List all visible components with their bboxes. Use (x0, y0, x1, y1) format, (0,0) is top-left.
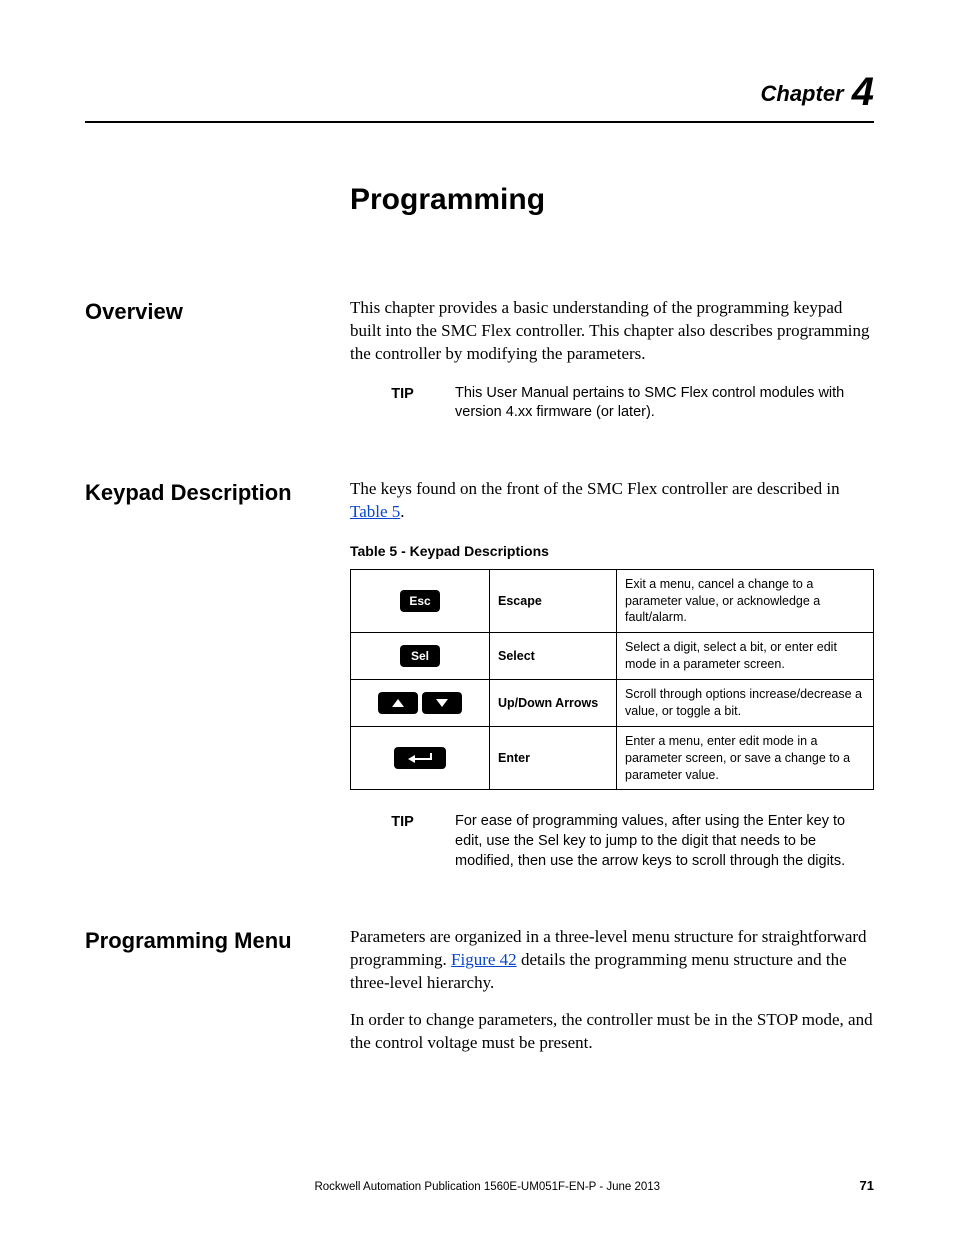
down-arrow-key-icon (422, 692, 462, 714)
table5-link[interactable]: Table 5 (350, 502, 400, 521)
chapter-number: 4 (852, 70, 874, 114)
chapter-label: Chapter (761, 81, 844, 106)
table-caption: Table 5 - Keypad Descriptions (350, 542, 874, 561)
key-desc: Select a digit, select a bit, or enter e… (617, 633, 874, 680)
key-desc: Exit a menu, cancel a change to a parame… (617, 569, 874, 633)
menu-paragraph-1: Parameters are organized in a three-leve… (350, 926, 874, 995)
key-desc: Scroll through options increase/decrease… (617, 680, 874, 727)
overview-paragraph: This chapter provides a basic understand… (350, 297, 874, 366)
keypad-para-post: . (400, 502, 404, 521)
page-footer: Rockwell Automation Publication 1560E-UM… (85, 1178, 874, 1193)
table-row: Esc Escape Exit a menu, cancel a change … (351, 569, 874, 633)
section-menu: Programming Menu Parameters are organize… (85, 926, 874, 1069)
key-name: Select (490, 633, 617, 680)
section-keypad: Keypad Description The keys found on the… (85, 478, 874, 871)
footer-page-number: 71 (860, 1178, 874, 1193)
arrow-keys-icon (378, 692, 462, 714)
enter-key-icon (394, 747, 446, 769)
tip-label: TIP (350, 384, 455, 423)
key-sel-cell: Sel (351, 633, 490, 680)
figure42-link[interactable]: Figure 42 (451, 950, 517, 969)
keypad-tip: TIP For ease of programming values, afte… (350, 812, 874, 871)
header-rule (85, 121, 874, 123)
footer-publication: Rockwell Automation Publication 1560E-UM… (115, 1181, 860, 1193)
up-arrow-key-icon (378, 692, 418, 714)
section-overview: Overview This chapter provides a basic u… (85, 297, 874, 423)
keypad-heading: Keypad Description (85, 478, 350, 506)
tip-label: TIP (350, 812, 455, 871)
menu-body: Parameters are organized in a three-leve… (350, 926, 874, 1069)
key-esc-cell: Esc (351, 569, 490, 633)
menu-paragraph-2: In order to change parameters, the contr… (350, 1009, 874, 1055)
key-name: Up/Down Arrows (490, 680, 617, 727)
key-name: Enter (490, 726, 617, 790)
menu-heading: Programming Menu (85, 926, 350, 954)
overview-heading: Overview (85, 297, 350, 325)
keypad-table: Esc Escape Exit a menu, cancel a change … (350, 569, 874, 791)
table-row: Up/Down Arrows Scroll through options in… (351, 680, 874, 727)
overview-tip: TIP This User Manual pertains to SMC Fle… (350, 384, 874, 423)
key-enter-cell (351, 726, 490, 790)
document-page: Chapter 4 Programming Overview This chap… (0, 0, 954, 1235)
table-row: Sel Select Select a digit, select a bit,… (351, 633, 874, 680)
tip-text: For ease of programming values, after us… (455, 812, 874, 871)
chapter-heading: Chapter 4 (85, 70, 874, 115)
key-desc: Enter a menu, enter edit mode in a param… (617, 726, 874, 790)
keypad-paragraph: The keys found on the front of the SMC F… (350, 478, 874, 524)
sel-key-icon: Sel (400, 645, 440, 667)
keypad-para-pre: The keys found on the front of the SMC F… (350, 479, 840, 498)
overview-body: This chapter provides a basic understand… (350, 297, 874, 423)
keypad-body: The keys found on the front of the SMC F… (350, 478, 874, 871)
esc-key-icon: Esc (400, 590, 440, 612)
key-arrows-cell (351, 680, 490, 727)
table-row: Enter Enter a menu, enter edit mode in a… (351, 726, 874, 790)
page-title: Programming (350, 183, 874, 217)
tip-text: This User Manual pertains to SMC Flex co… (455, 384, 874, 423)
key-name: Escape (490, 569, 617, 633)
